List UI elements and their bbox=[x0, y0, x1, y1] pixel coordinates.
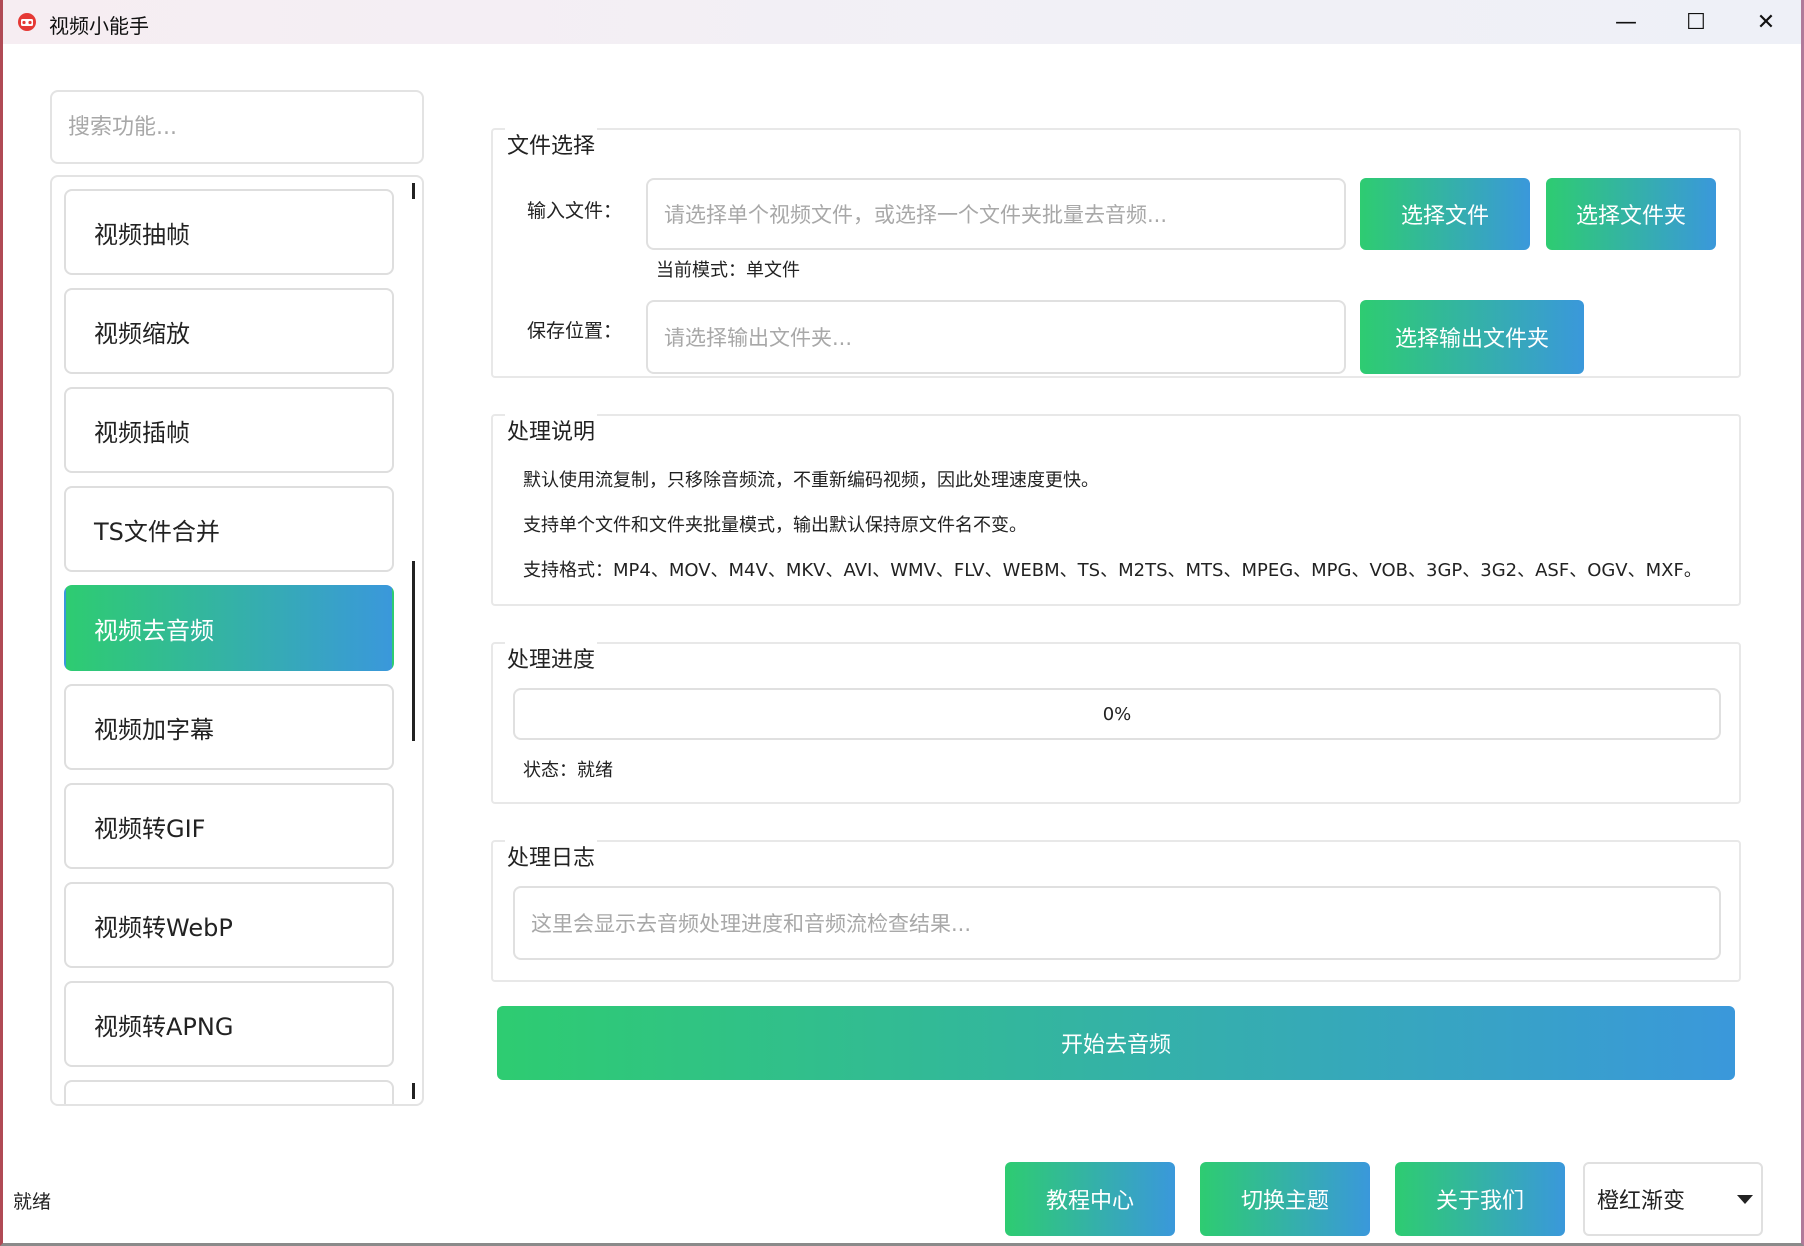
sidebar-item-to-gif[interactable]: 视频转GIF bbox=[64, 783, 394, 869]
progress-group: 处理进度 0% 状态：就绪 bbox=[491, 642, 1741, 804]
minimize-button[interactable]: — bbox=[1591, 0, 1661, 44]
select-output-folder-button[interactable]: 选择输出文件夹 bbox=[1360, 300, 1584, 374]
sidebar-list[interactable]: 视频抽帧 视频缩放 视频插帧 TS文件合并 视频去音频 视频加字幕 视频转GIF… bbox=[50, 175, 424, 1106]
input-file-field[interactable]: 请选择单个视频文件，或选择一个文件夹批量去音频... bbox=[646, 178, 1346, 250]
scrollbar-bottom-cap bbox=[412, 1083, 415, 1099]
tutorial-center-label: 教程中心 bbox=[1045, 1189, 1134, 1214]
search-input[interactable] bbox=[50, 90, 424, 164]
mode-text: 当前模式：单文件 bbox=[656, 260, 800, 281]
sidebar-item-label: 视频抽帧 bbox=[94, 220, 190, 249]
progress-title: 处理进度 bbox=[505, 642, 598, 674]
maximize-button[interactable]: ☐ bbox=[1661, 0, 1731, 44]
progress-text: 0% bbox=[1102, 703, 1132, 725]
title-bar[interactable]: 视频小能手 — ☐ ✕ bbox=[3, 0, 1801, 44]
app-logo-icon bbox=[18, 13, 36, 31]
sidebar-item-label: 视频缩放 bbox=[94, 319, 190, 348]
sidebar-item-ts-merge[interactable]: TS文件合并 bbox=[64, 486, 394, 572]
log-placeholder: 这里会显示去音频处理进度和音频流检查结果... bbox=[531, 912, 972, 936]
chevron-down-icon bbox=[1737, 1195, 1753, 1204]
sidebar-item-remove-audio[interactable]: 视频去音频 bbox=[64, 585, 394, 671]
app-window: 视频小能手 — ☐ ✕ 视频抽帧 视频缩放 视频插帧 TS文件合并 视频去音频 … bbox=[0, 0, 1804, 1246]
sidebar-item-label: 视频插帧 bbox=[94, 418, 190, 447]
tutorial-center-button[interactable]: 教程中心 bbox=[1005, 1162, 1175, 1236]
sidebar-item-scale[interactable]: 视频缩放 bbox=[64, 288, 394, 374]
description-line: 支持单个文件和文件夹批量模式，输出默认保持原文件名不变。 bbox=[523, 515, 1027, 536]
sidebar-item-interpolate[interactable]: 视频插帧 bbox=[64, 387, 394, 473]
file-select-title: 文件选择 bbox=[505, 128, 598, 160]
close-button[interactable]: ✕ bbox=[1731, 0, 1801, 44]
sidebar-item-label: 视频加字幕 bbox=[94, 715, 214, 744]
scrollbar-thumb[interactable] bbox=[412, 561, 415, 741]
input-file-label: 输入文件： bbox=[527, 200, 623, 222]
output-folder-placeholder: 请选择输出文件夹... bbox=[664, 326, 853, 350]
output-folder-field[interactable]: 请选择输出文件夹... bbox=[646, 300, 1346, 374]
scrollbar-top-cap bbox=[412, 183, 415, 199]
description-title: 处理说明 bbox=[505, 414, 598, 446]
select-folder-button[interactable]: 选择文件夹 bbox=[1546, 178, 1716, 250]
sidebar-item-label: 视频转WebP bbox=[94, 913, 233, 942]
window-title: 视频小能手 bbox=[49, 14, 149, 38]
log-title: 处理日志 bbox=[505, 840, 598, 872]
file-select-group: 文件选择 输入文件： 请选择单个视频文件，或选择一个文件夹批量去音频... 选择… bbox=[491, 128, 1741, 378]
about-us-button[interactable]: 关于我们 bbox=[1395, 1162, 1565, 1236]
status-bar-text: 就绪 bbox=[13, 1191, 52, 1213]
select-file-label: 选择文件 bbox=[1400, 204, 1489, 229]
select-folder-label: 选择文件夹 bbox=[1575, 204, 1686, 229]
sidebar-item-label: 视频转APNG bbox=[94, 1012, 234, 1041]
sidebar-item-label: TS文件合并 bbox=[94, 517, 220, 546]
sidebar-item-label: 视频去音频 bbox=[94, 616, 214, 645]
sidebar-item-subtitles[interactable]: 视频加字幕 bbox=[64, 684, 394, 770]
status-text: 状态：就绪 bbox=[523, 760, 613, 781]
log-group: 处理日志 这里会显示去音频处理进度和音频流检查结果... bbox=[491, 840, 1741, 982]
theme-select-value: 橙红渐变 bbox=[1597, 1189, 1686, 1214]
progress-bar: 0% bbox=[513, 688, 1721, 740]
sidebar-item-label: 视频转GIF bbox=[94, 814, 206, 843]
minimize-icon: — bbox=[1615, 9, 1637, 35]
sidebar-item-to-webp[interactable]: 视频转WebP bbox=[64, 882, 394, 968]
start-button-label: 开始去音频 bbox=[1060, 1033, 1171, 1058]
sidebar-item-to-apng[interactable]: 视频转APNG bbox=[64, 981, 394, 1067]
save-location-label: 保存位置： bbox=[527, 320, 623, 342]
theme-select[interactable]: 橙红渐变 bbox=[1583, 1162, 1763, 1236]
about-us-label: 关于我们 bbox=[1435, 1189, 1524, 1214]
switch-theme-label: 切换主题 bbox=[1240, 1189, 1329, 1214]
select-file-button[interactable]: 选择文件 bbox=[1360, 178, 1530, 250]
description-line: 支持格式：MP4、MOV、M4V、MKV、AVI、WMV、FLV、WEBM、TS… bbox=[523, 560, 1702, 581]
description-group: 处理说明 默认使用流复制，只移除音频流，不重新编码视频，因此处理速度更快。 支持… bbox=[491, 414, 1741, 606]
description-line: 默认使用流复制，只移除音频流，不重新编码视频，因此处理速度更快。 bbox=[523, 470, 1099, 491]
sidebar-item-frame-extract[interactable]: 视频抽帧 bbox=[64, 189, 394, 275]
select-output-folder-label: 选择输出文件夹 bbox=[1394, 327, 1549, 352]
sidebar-item-next[interactable] bbox=[64, 1080, 394, 1104]
log-textarea[interactable]: 这里会显示去音频处理进度和音频流检查结果... bbox=[513, 886, 1721, 960]
switch-theme-button[interactable]: 切换主题 bbox=[1200, 1162, 1370, 1236]
maximize-icon: ☐ bbox=[1686, 9, 1706, 35]
input-file-placeholder: 请选择单个视频文件，或选择一个文件夹批量去音频... bbox=[664, 203, 1168, 227]
close-icon: ✕ bbox=[1756, 9, 1776, 35]
start-remove-audio-button[interactable]: 开始去音频 bbox=[497, 1006, 1735, 1080]
